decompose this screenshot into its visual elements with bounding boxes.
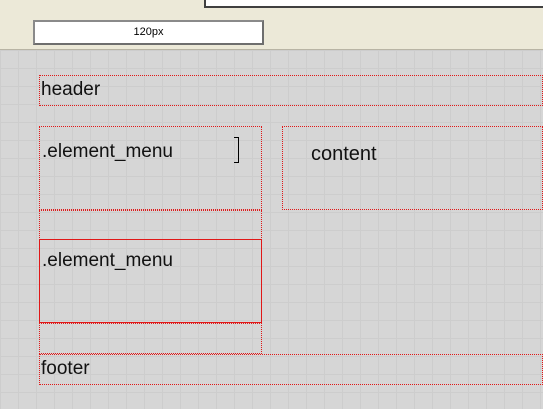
top-toolbar (0, 0, 543, 12)
footer-label: footer (41, 358, 90, 379)
menu-spacer-1 (39, 210, 262, 240)
top-panel (204, 0, 543, 8)
content-label: content (311, 143, 377, 165)
header-div[interactable]: header (39, 75, 543, 106)
element-menu-div-2[interactable]: .element_menu (39, 239, 262, 323)
text-cursor (234, 137, 239, 163)
element-menu-div-1[interactable]: .element_menu (39, 126, 262, 210)
element-menu-label-1: .element_menu (42, 141, 173, 162)
width-ruler-bar: 120px (0, 12, 543, 50)
element-menu-label-2: .element_menu (42, 250, 173, 271)
header-label: header (41, 79, 101, 100)
content-div[interactable]: content (282, 126, 543, 210)
column-width-indicator[interactable]: 120px (33, 20, 264, 45)
design-canvas[interactable]: header .element_menu content .element_me… (0, 50, 543, 409)
menu-spacer-2 (39, 323, 262, 354)
footer-div[interactable]: footer (39, 354, 543, 385)
design-view: 120px header .element_menu content .elem… (0, 0, 543, 409)
